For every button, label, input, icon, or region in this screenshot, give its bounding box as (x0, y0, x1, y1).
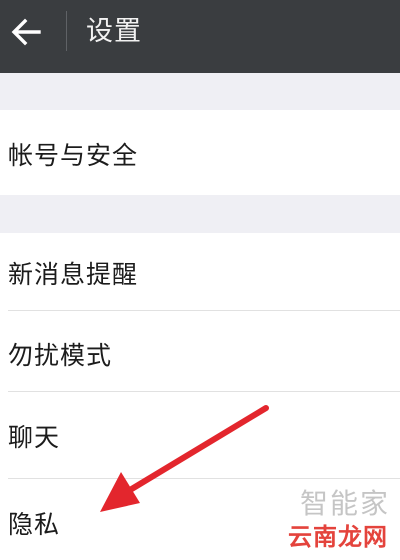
back-button[interactable] (0, 0, 52, 64)
watermark-bottom-text: 云南龙网 (288, 523, 388, 551)
settings-item-chat[interactable]: 聊天 (0, 392, 400, 478)
settings-item-new-message-alerts[interactable]: 新消息提醒 (0, 233, 400, 310)
settings-item-label: 隐私 (8, 510, 61, 539)
section-gap (0, 73, 400, 110)
settings-item-do-not-disturb[interactable]: 勿扰模式 (0, 311, 400, 391)
settings-screen: 设置 帐号与安全 新消息提醒 勿扰模式 聊天 隐私 智能家 云南龙网 (0, 0, 400, 560)
settings-item-label: 新消息提醒 (8, 260, 139, 289)
watermark: 智能家 云南龙网 (240, 482, 390, 552)
settings-item-label: 勿扰模式 (8, 341, 113, 370)
settings-item-label: 帐号与安全 (8, 141, 139, 170)
settings-item-label: 聊天 (8, 423, 61, 452)
header-divider (66, 11, 67, 51)
arrow-left-icon (11, 18, 41, 46)
top-app-bar: 设置 (0, 0, 400, 73)
page-title: 设置 (86, 16, 142, 47)
watermark-top-text: 智能家 (299, 487, 390, 520)
section-gap (0, 195, 400, 233)
settings-item-account-security[interactable]: 帐号与安全 (0, 110, 400, 195)
